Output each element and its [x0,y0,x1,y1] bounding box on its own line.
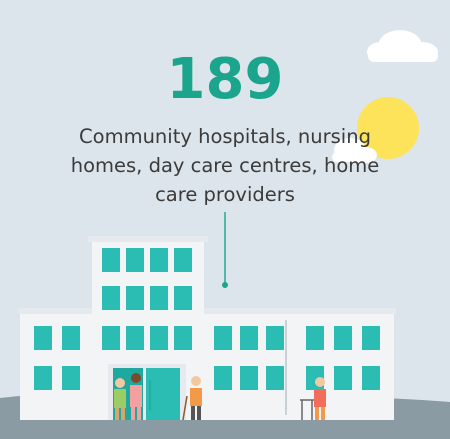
window [240,326,258,350]
window [150,248,168,272]
window [214,326,232,350]
window [126,326,144,350]
stat-number: 189 [166,47,284,112]
window [126,248,144,272]
window [126,286,144,310]
window [150,286,168,310]
window [214,366,232,390]
window [174,286,192,310]
infographic-scene: 189 Community hospitals, nursing homes, … [0,0,450,439]
window [150,326,168,350]
window [62,326,80,350]
window [240,366,258,390]
window [334,326,352,350]
window [266,326,284,350]
window [174,326,192,350]
window [34,366,52,390]
window [362,366,380,390]
window [266,366,284,390]
window [34,326,52,350]
window [102,286,120,310]
pointer-line [222,212,228,288]
window [334,366,352,390]
building-icon [18,236,396,420]
stat-caption: Community hospitals, nursing homes, day … [70,125,380,206]
window [362,326,380,350]
window [306,326,324,350]
window [174,248,192,272]
window [62,366,80,390]
window [102,248,120,272]
window [102,326,120,350]
